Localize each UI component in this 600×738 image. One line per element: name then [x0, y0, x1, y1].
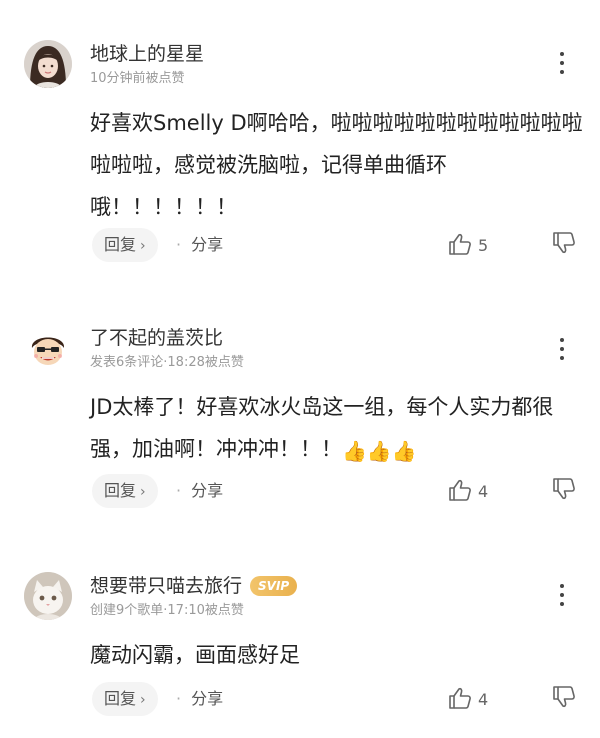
- thumbs-up-icon: [449, 687, 471, 709]
- comment-actions: 回复 › · 分享 4: [0, 474, 600, 510]
- svip-badge[interactable]: SVIP: [250, 576, 298, 596]
- share-button[interactable]: · 分享: [176, 228, 223, 262]
- comment-meta: 10分钟前被点赞: [90, 71, 185, 86]
- like-button[interactable]: 4: [448, 478, 488, 506]
- chevron-right-icon: ›: [140, 692, 146, 708]
- comment-text: 好喜欢Smelly D啊哈哈，啦啦啦啦啦啦啦啦啦啦啦啦啦啦啦，感觉被洗脑啦，记得…: [90, 111, 583, 219]
- reply-label: 回复: [104, 689, 137, 708]
- like-button[interactable]: 4: [448, 686, 488, 714]
- reply-label: 回复: [104, 481, 137, 500]
- like-count: 4: [478, 690, 489, 709]
- more-options-icon[interactable]: [552, 50, 572, 78]
- separator-dot: ·: [176, 689, 182, 708]
- username[interactable]: 地球上的星星: [90, 42, 204, 66]
- username-row: 想要带只喵去旅行 SVIP: [90, 574, 298, 598]
- girl-portrait-icon: [24, 40, 72, 88]
- separator-dot: ·: [176, 481, 182, 500]
- comment-meta: 创建9个歌单·17:10被点赞: [90, 603, 244, 618]
- share-button[interactable]: · 分享: [176, 474, 223, 508]
- white-cat-icon: [24, 572, 72, 620]
- share-label: 分享: [191, 481, 224, 500]
- reply-label: 回复: [104, 235, 137, 254]
- like-count: 5: [478, 236, 489, 255]
- comment-meta: 发表6条评论·18:28被点赞: [90, 355, 244, 370]
- thumbs-down-icon: [553, 232, 575, 254]
- cartoon-character-icon: [24, 324, 72, 372]
- reply-button[interactable]: 回复 ›: [92, 682, 158, 716]
- dislike-button[interactable]: [552, 686, 578, 712]
- comment-list: 地球上的星星 10分钟前被点赞 好喜欢Smelly D啊哈哈，啦啦啦啦啦啦啦啦啦…: [0, 0, 600, 738]
- comment-text: JD太棒了！好喜欢冰火岛这一组，每个人实力都很强，加油啊！冲冲冲！！！👍👍👍: [90, 386, 586, 472]
- username[interactable]: 了不起的盖茨比: [90, 326, 223, 350]
- user-avatar[interactable]: [24, 324, 72, 372]
- comment-item: 了不起的盖茨比 发表6条评论·18:28被点赞 JD太棒了！好喜欢冰火岛这一组，…: [0, 290, 600, 540]
- share-label: 分享: [191, 235, 224, 254]
- comment-text: 魔动闪霸，画面感好足: [90, 643, 300, 667]
- comment-text-body: JD太棒了！好喜欢冰火岛这一组，每个人实力都很强，加油啊！冲冲冲！！！: [90, 395, 554, 461]
- share-label: 分享: [191, 689, 224, 708]
- user-avatar[interactable]: [24, 572, 72, 620]
- username[interactable]: 想要带只喵去旅行: [90, 575, 242, 597]
- like-count: 4: [478, 482, 489, 501]
- comment-actions: 回复 › · 分享 4: [0, 682, 600, 718]
- thumbs-up-emoji: 👍👍👍: [342, 439, 417, 463]
- comment-item: 地球上的星星 10分钟前被点赞 好喜欢Smelly D啊哈哈，啦啦啦啦啦啦啦啦啦…: [0, 0, 600, 290]
- like-button[interactable]: 5: [448, 232, 488, 260]
- share-button[interactable]: · 分享: [176, 682, 223, 716]
- comment-item: 想要带只喵去旅行 SVIP 创建9个歌单·17:10被点赞 魔动闪霸，画面感好足 …: [0, 540, 600, 738]
- comment-actions: 回复 › · 分享 5: [0, 228, 600, 264]
- dislike-button[interactable]: [552, 478, 578, 504]
- thumbs-down-icon: [553, 478, 575, 500]
- chevron-right-icon: ›: [140, 484, 146, 500]
- more-options-icon[interactable]: [552, 582, 572, 610]
- thumbs-up-icon: [449, 233, 471, 255]
- user-avatar[interactable]: [24, 40, 72, 88]
- reply-button[interactable]: 回复 ›: [92, 474, 158, 508]
- thumbs-up-icon: [449, 479, 471, 501]
- reply-button[interactable]: 回复 ›: [92, 228, 158, 262]
- chevron-right-icon: ›: [140, 238, 146, 254]
- more-options-icon[interactable]: [552, 336, 572, 364]
- dislike-button[interactable]: [552, 232, 578, 258]
- thumbs-down-icon: [553, 686, 575, 708]
- separator-dot: ·: [176, 235, 182, 254]
